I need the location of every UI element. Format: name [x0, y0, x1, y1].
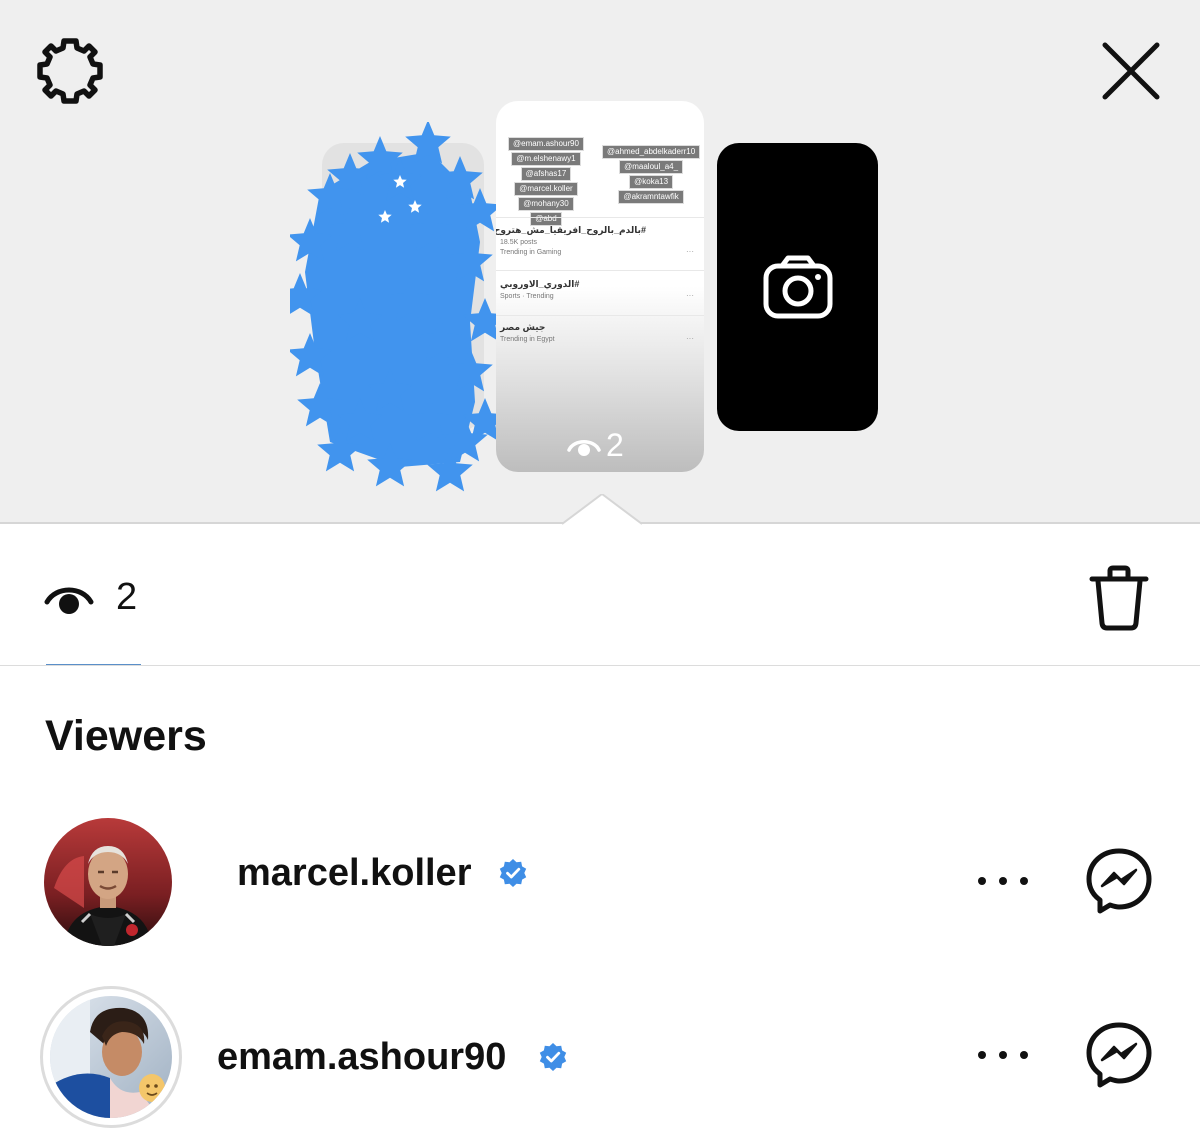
trend-title: #بالدم_بالروح_افريقيا_مش_هتروح	[496, 225, 646, 235]
viewer-username[interactable]: marcel.koller	[237, 852, 471, 895]
views-row: 2	[0, 560, 1200, 640]
trend-dots: ···	[686, 291, 694, 300]
trend-title: جيش مصر	[500, 322, 546, 332]
camera-icon	[763, 255, 832, 319]
mention-tag: @akramntawfik	[618, 190, 684, 204]
verified-badge-icon	[539, 1043, 567, 1071]
close-icon	[1102, 42, 1160, 100]
close-button[interactable]	[1092, 32, 1170, 110]
dot	[1020, 1051, 1028, 1059]
viewer-row[interactable]: emam.ashour90	[0, 986, 1200, 1128]
mention-tag: @abd	[530, 212, 562, 226]
dot	[978, 1051, 986, 1059]
trend-dots: ···	[686, 334, 694, 343]
trend-sub: 18.5K posts	[500, 239, 537, 246]
messenger-icon[interactable]	[1084, 1020, 1154, 1090]
trend-meta: Trending in Gaming	[500, 249, 562, 256]
gear-icon	[37, 38, 103, 104]
eye-icon	[567, 439, 601, 456]
mention-tag: @mohany30	[518, 197, 574, 211]
trend-title: #الدوري_الاوروبي	[500, 279, 580, 289]
eye-icon[interactable]	[44, 580, 94, 620]
verified-badge-icon	[499, 859, 527, 887]
trend-meta: Trending in Egypt	[500, 336, 555, 343]
divider	[496, 217, 704, 218]
more-options-button[interactable]	[978, 871, 1028, 891]
mention-tag: @emam.ashour90	[508, 137, 584, 151]
redaction-stars	[290, 122, 505, 492]
card-view-count-text: 2	[606, 427, 624, 463]
mention-tag: @m.elshenawy1	[511, 152, 581, 166]
dot	[999, 1051, 1007, 1059]
divider	[0, 665, 1200, 666]
more-options-button[interactable]	[978, 1045, 1028, 1065]
card-view-count: 2	[566, 427, 624, 464]
trend-item: جيش مصر Trending in Egypt ···	[500, 322, 700, 343]
mention-tag: @afshas17	[520, 167, 572, 181]
avatar[interactable]	[40, 986, 182, 1128]
story-card-current[interactable]: @emam.ashour90 @m.elshenawy1 @afshas17 @mar…	[496, 101, 704, 472]
mention-tag: @ahmed_abdelkaderr10	[602, 145, 701, 159]
dot	[999, 877, 1007, 885]
trend-meta: Sports · Trending	[500, 293, 554, 300]
mention-tag: @maaloul_a4_	[619, 160, 684, 174]
dot	[978, 877, 986, 885]
dot	[1020, 877, 1028, 885]
delete-story-button[interactable]	[1084, 562, 1154, 634]
trend-dots: ···	[686, 247, 694, 256]
viewers-heading: Viewers	[45, 712, 207, 760]
story-tray: @emam.ashour90 @m.elshenawy1 @afshas17 @mar…	[0, 0, 1200, 524]
mention-tags-left: @emam.ashour90 @m.elshenawy1 @afshas17 @mar…	[508, 137, 584, 226]
selected-story-pointer	[562, 494, 642, 534]
view-count[interactable]: 2	[116, 576, 137, 619]
mention-tag: @marcel.koller	[514, 182, 578, 196]
avatar[interactable]	[44, 818, 172, 946]
settings-button[interactable]	[30, 33, 110, 109]
trend-item: #الدوري_الاوروبي Sports · Trending ···	[500, 279, 700, 300]
add-story-camera-card[interactable]	[717, 143, 878, 431]
trend-item: #بالدم_بالروح_افريقيا_مش_هتروح 18.5K post…	[496, 225, 700, 256]
mention-tags-right: @ahmed_abdelkaderr10 @maaloul_a4_ @koka13 @…	[602, 145, 701, 204]
divider	[496, 315, 704, 316]
mention-tag: @koka13	[629, 175, 674, 189]
trash-icon	[1089, 565, 1149, 631]
viewer-username[interactable]: emam.ashour90	[217, 1036, 506, 1079]
viewer-row[interactable]: marcel.koller	[0, 812, 1200, 952]
messenger-icon[interactable]	[1084, 846, 1154, 916]
divider	[496, 270, 704, 271]
